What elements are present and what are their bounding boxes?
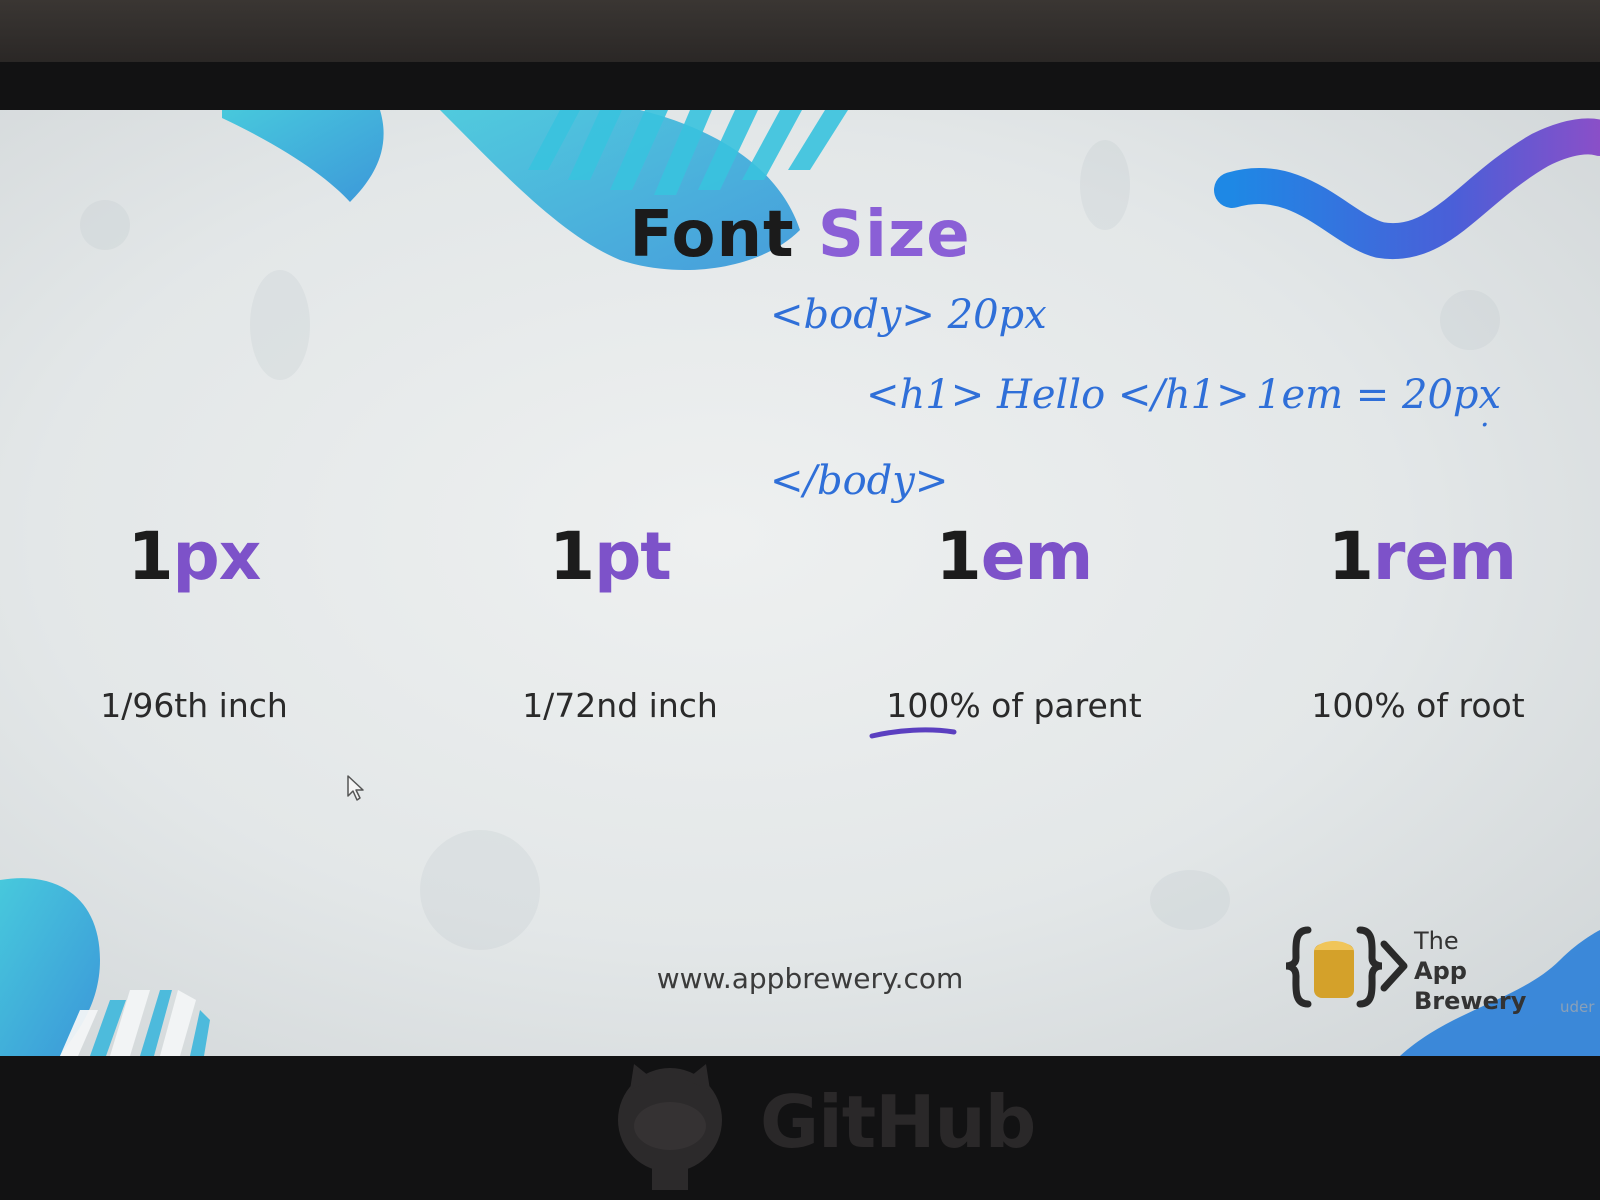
mouse-pointer-icon bbox=[347, 775, 364, 801]
unit-suffix: rem bbox=[1372, 518, 1517, 595]
github-octocat-icon bbox=[618, 1064, 722, 1190]
logo-line2: App Brewery bbox=[1414, 957, 1527, 1015]
unit-rem: 1rem bbox=[1252, 518, 1592, 595]
logo-text: The App Brewery bbox=[1414, 926, 1580, 1016]
unit-number: 1 bbox=[935, 518, 982, 595]
unit-suffix: px bbox=[172, 518, 262, 595]
unit-rem-description: 100% of root bbox=[1311, 686, 1525, 725]
annotation-h1: <h1> Hello </h1> bbox=[866, 372, 1250, 418]
logo-line1: The bbox=[1414, 927, 1459, 955]
unit-pt-description: 1/72nd inch bbox=[522, 686, 718, 725]
annotation-underline bbox=[869, 727, 957, 739]
annotation-em-note: 1em = 20px bbox=[1256, 372, 1502, 418]
slide-screen: Font Size <body> 20px <h1> Hello </h1> 1… bbox=[0, 110, 1600, 1056]
unit-px-description: 1/96th inch bbox=[100, 686, 288, 725]
annotation-body-close: </body> bbox=[770, 458, 949, 504]
unit-number: 1 bbox=[549, 518, 595, 595]
title-accent: Size bbox=[817, 198, 971, 272]
unit-suffix: em bbox=[980, 518, 1094, 595]
slide-title: Font Size bbox=[0, 198, 1600, 272]
unit-number: 1 bbox=[1327, 518, 1374, 595]
unit-suffix: pt bbox=[594, 518, 672, 595]
stand-brand-text: GitHub bbox=[760, 1080, 1036, 1164]
app-brewery-logo: The App Brewery bbox=[1280, 920, 1580, 1015]
unit-px: 1px bbox=[24, 518, 364, 595]
app-brewery-braces-icon bbox=[1285, 926, 1408, 1008]
annotation-body-open: <body> 20px bbox=[770, 292, 1047, 338]
title-main: Font bbox=[629, 198, 795, 272]
annotation-dot: · bbox=[1480, 408, 1490, 443]
footer-url: www.appbrewery.com bbox=[656, 962, 964, 995]
unit-em-description: 100% of parent bbox=[886, 686, 1142, 725]
unit-pt: 1pt bbox=[440, 518, 780, 595]
unit-number: 1 bbox=[127, 518, 174, 595]
corner-watermark: uder bbox=[1560, 998, 1595, 1016]
unit-em: 1em bbox=[844, 518, 1184, 595]
